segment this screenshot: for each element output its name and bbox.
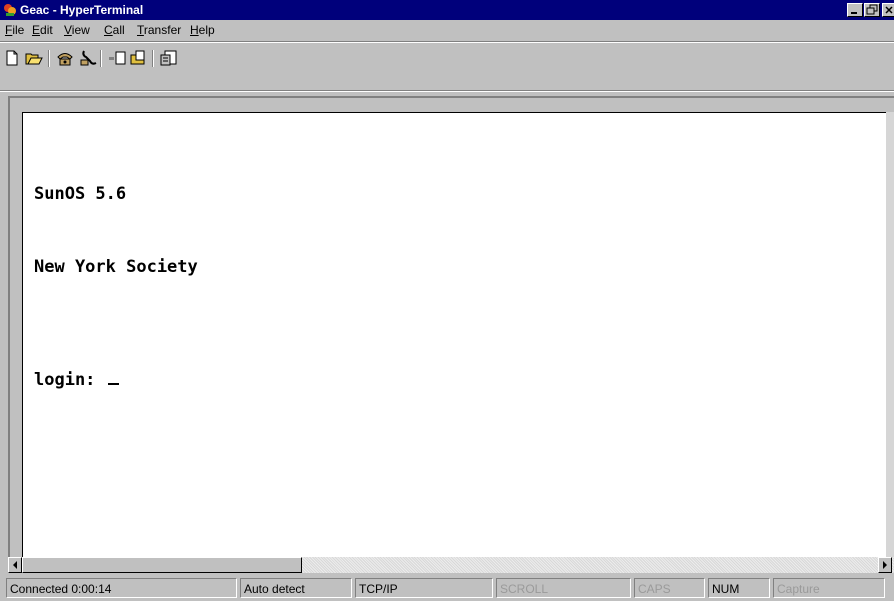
properties-icon[interactable] xyxy=(159,49,179,67)
chevron-left-icon xyxy=(13,561,17,569)
new-icon[interactable] xyxy=(2,49,22,67)
receive-icon[interactable] xyxy=(129,49,149,67)
text-cursor xyxy=(107,383,119,385)
terminal-screen[interactable] xyxy=(22,112,894,557)
disconnect-icon[interactable] xyxy=(78,49,98,67)
terminal-line-host: New York Society xyxy=(34,257,198,277)
menu-bar: File Edit View Call Transfer Help xyxy=(0,20,894,40)
status-detect: Auto detect xyxy=(240,578,352,598)
scroll-left-button[interactable] xyxy=(8,557,22,573)
menu-transfer[interactable]: Transfer xyxy=(137,23,181,37)
menu-call[interactable]: Call xyxy=(104,23,125,37)
status-caps: CAPS xyxy=(634,578,705,598)
chevron-right-icon xyxy=(883,561,887,569)
terminal-line-login: login: xyxy=(34,370,119,390)
close-icon xyxy=(885,6,893,14)
login-prompt: login: xyxy=(34,370,106,390)
connect-icon[interactable] xyxy=(55,49,75,67)
close-button[interactable] xyxy=(882,3,894,17)
status-protocol: TCP/IP xyxy=(355,578,493,598)
open-icon[interactable] xyxy=(24,49,44,67)
status-capture: Capture xyxy=(773,578,885,598)
menu-view[interactable]: View xyxy=(64,23,90,37)
menu-help[interactable]: Help xyxy=(190,23,215,37)
minimize-button[interactable] xyxy=(847,3,863,17)
status-connected: Connected 0:00:14 xyxy=(6,578,237,598)
title-bar[interactable]: Geac - HyperTerminal xyxy=(0,0,894,20)
menu-edit[interactable]: Edit xyxy=(32,23,53,37)
maximize-button[interactable] xyxy=(864,3,880,17)
vertical-scroll-area[interactable] xyxy=(886,112,894,557)
maximize-icon xyxy=(866,4,878,15)
status-scroll: SCROLL xyxy=(496,578,631,598)
hyperterminal-app-icon[interactable] xyxy=(3,3,17,17)
send-icon[interactable] xyxy=(107,49,127,67)
status-bar: Connected 0:00:14 Auto detect TCP/IP SCR… xyxy=(0,576,894,601)
window-title: Geac - HyperTerminal xyxy=(20,3,144,17)
minimize-icon xyxy=(851,12,857,14)
menu-file[interactable]: File xyxy=(5,23,24,37)
status-num: NUM xyxy=(708,578,770,598)
horizontal-scrollbar[interactable] xyxy=(8,557,894,573)
terminal-line-os: SunOS 5.6 xyxy=(34,184,127,204)
scroll-thumb[interactable] xyxy=(22,557,302,573)
scroll-right-button[interactable] xyxy=(878,557,892,573)
toolbar xyxy=(0,41,894,92)
